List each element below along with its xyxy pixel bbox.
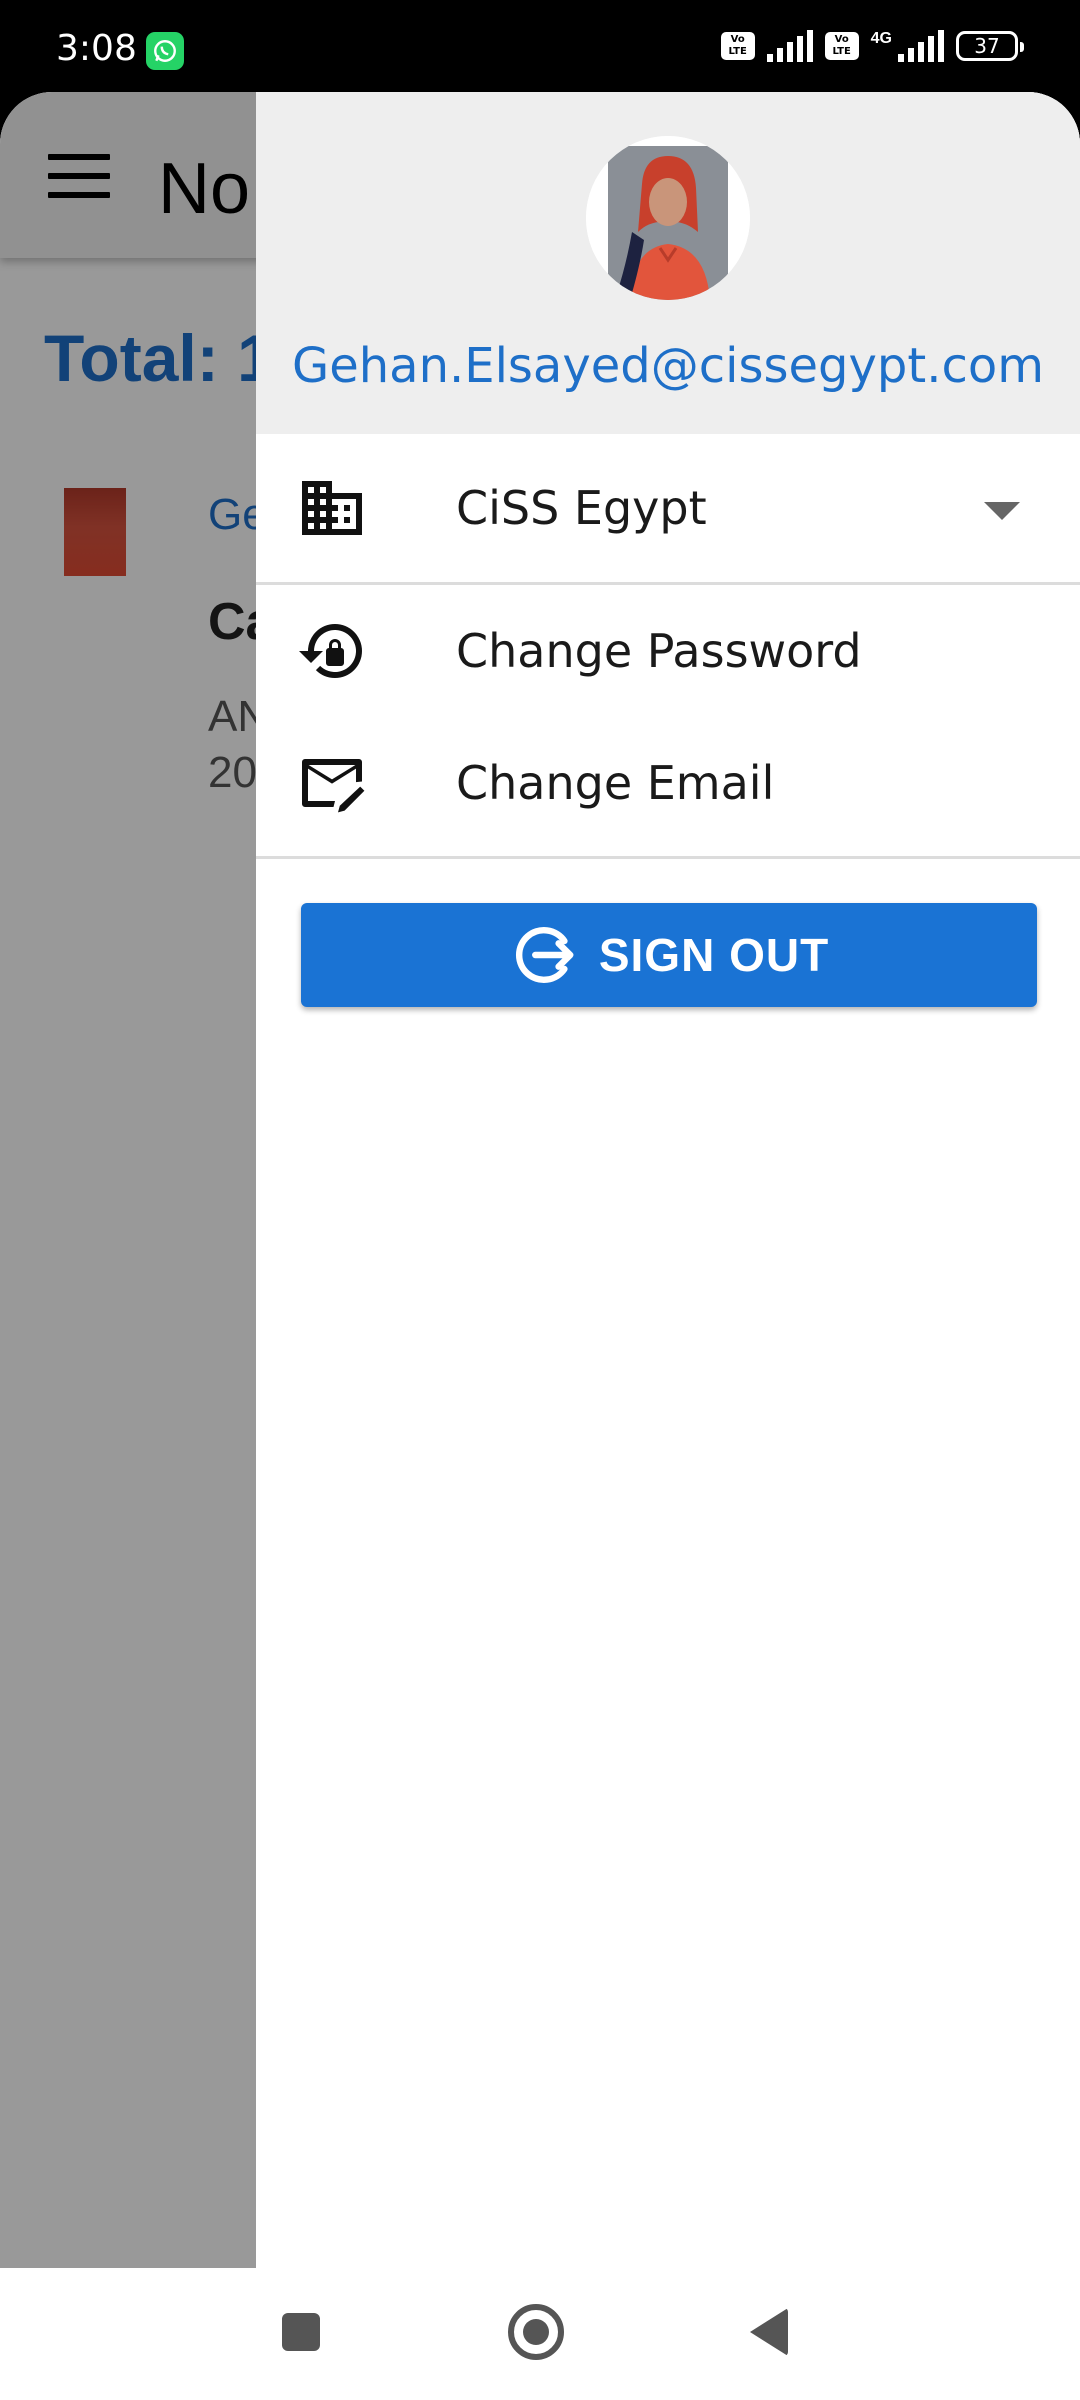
user-avatar[interactable] — [586, 136, 750, 300]
menu-item-change-password[interactable]: Change Password — [256, 585, 1080, 717]
drawer-header: Gehan.Elsayed@cissegypt.com — [256, 92, 1080, 434]
signal-icon — [766, 30, 813, 62]
chevron-down-icon[interactable] — [984, 502, 1020, 520]
volte-badge: Vo LTE — [720, 32, 755, 60]
menu-item-label: Change Email — [456, 756, 775, 810]
back-button[interactable] — [750, 2308, 788, 2356]
system-navigation-bar — [0, 2268, 1080, 2400]
battery-icon: 37 — [956, 31, 1024, 61]
recents-button[interactable] — [282, 2313, 320, 2351]
status-time: 3:08 — [56, 28, 137, 69]
sign-out-button[interactable]: SIGN OUT — [301, 903, 1037, 1007]
logout-icon — [515, 927, 574, 983]
lock-reset-icon — [296, 615, 368, 687]
home-button[interactable] — [508, 2304, 564, 2360]
signal-icon — [898, 30, 944, 62]
menu-item-label: Change Password — [456, 624, 862, 678]
status-icons: Vo LTE Vo LTE 4G 37 — [720, 30, 1024, 62]
sign-out-label: SIGN OUT — [598, 929, 830, 981]
email-edit-icon — [296, 747, 368, 819]
navigation-drawer: Gehan.Elsayed@cissegypt.com CiSS Egypt C… — [256, 92, 1080, 2268]
organization-label: CiSS Egypt — [456, 481, 707, 535]
volte-badge: Vo LTE — [824, 32, 859, 60]
network-type: 4G — [870, 30, 892, 47]
building-icon — [296, 472, 368, 544]
divider — [256, 856, 1080, 859]
menu-item-change-email[interactable]: Change Email — [256, 717, 1080, 849]
status-bar: 3:08 Vo LTE Vo LTE 4G 37 — [0, 0, 1080, 92]
user-email: Gehan.Elsayed@cissegypt.com — [292, 338, 1044, 394]
whatsapp-icon — [146, 32, 184, 70]
organization-selector[interactable]: CiSS Egypt — [256, 434, 1080, 582]
